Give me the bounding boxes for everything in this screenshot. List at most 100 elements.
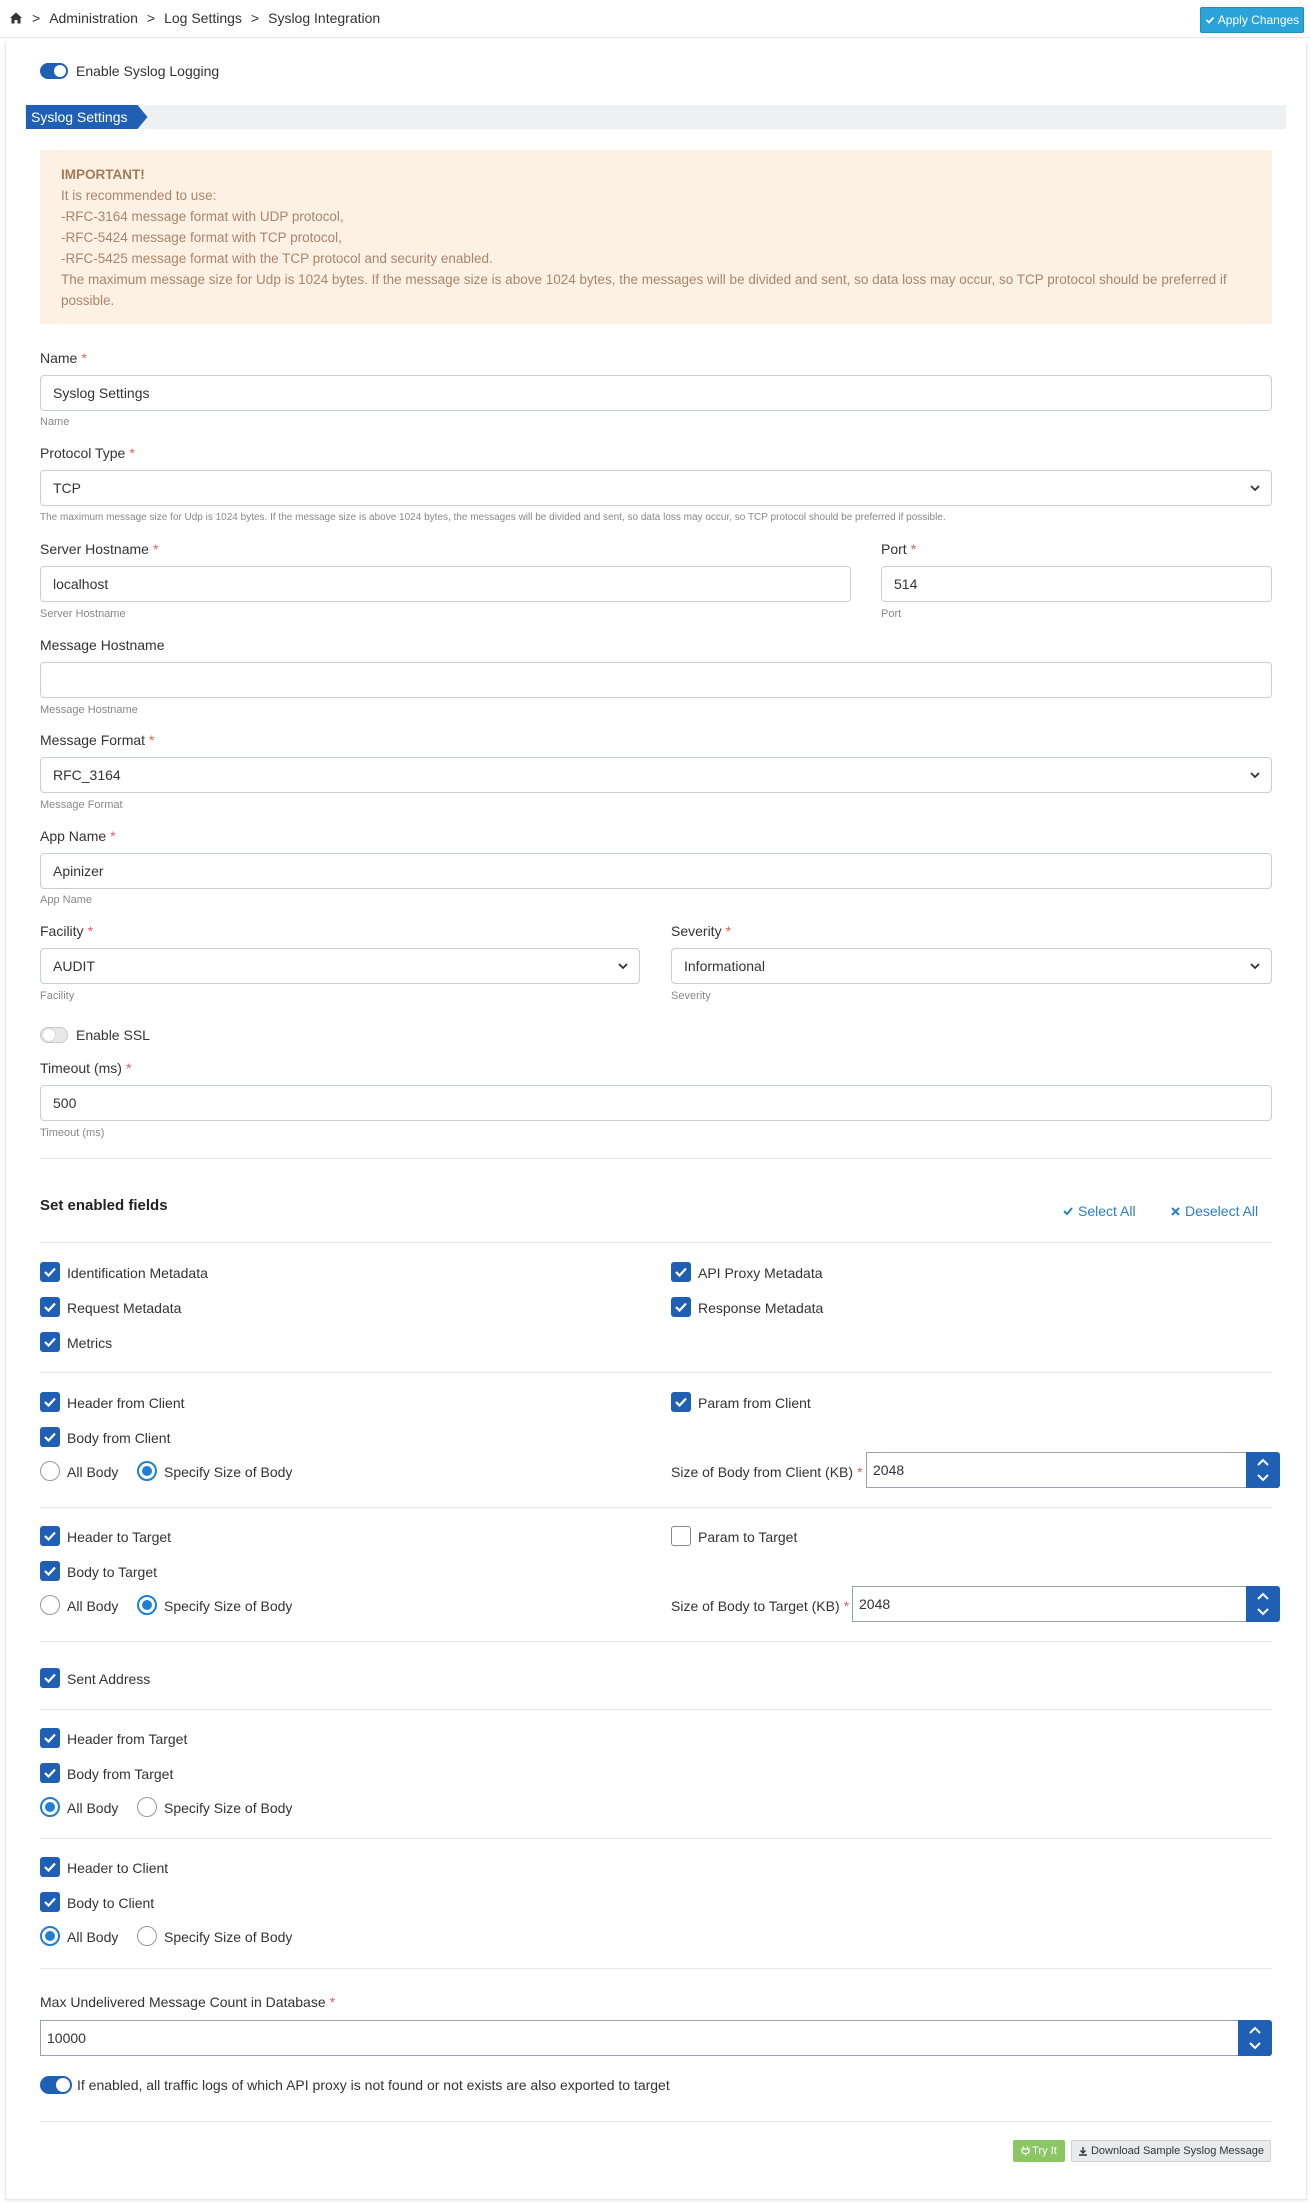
message-format-select[interactable]: RFC_3164 [40,757,1272,793]
export-not-found-toggle[interactable] [40,2076,72,2094]
specify-size-radio[interactable] [137,1797,157,1817]
header-from-client-checkbox[interactable] [40,1392,60,1412]
port-label: Port * [881,541,917,557]
message-hostname-input[interactable] [40,662,1272,698]
specify-size-radio[interactable] [137,1926,157,1946]
message-hostname-help: Message Hostname [40,704,138,716]
deselect-all-label: Deselect All [1185,1203,1259,1219]
chevron-down-icon [1250,963,1260,970]
alert-line: -RFC-3164 message format with UDP protoc… [61,209,344,224]
response-metadata-checkbox[interactable] [671,1297,691,1317]
specify-size-label: Specify Size of Body [164,1929,293,1945]
max-undelivered-stepper[interactable] [1238,2020,1272,2056]
max-undelivered-input[interactable]: 10000 [40,2020,1238,2056]
body-to-target-checkbox[interactable] [40,1561,60,1581]
facility-select[interactable]: AUDIT [40,948,640,984]
chevron-down-icon[interactable] [1256,1607,1270,1617]
breadcrumb-log-settings[interactable]: Log Settings [164,10,242,26]
header-from-target-checkbox[interactable] [40,1728,60,1748]
header-to-target-checkbox[interactable] [40,1526,60,1546]
all-body-radio[interactable] [40,1595,60,1615]
body-from-target-checkbox[interactable] [40,1763,60,1783]
severity-help: Severity [671,990,711,1002]
breadcrumb-separator: > [32,10,41,26]
body-to-client-label: Body to Client [67,1895,155,1911]
server-hostname-label: Server Hostname * [40,541,159,557]
all-body-radio[interactable] [40,1797,60,1817]
download-sample-label: Download Sample Syslog Message [1090,2145,1265,2157]
check-icon [1063,1207,1073,1216]
export-not-found-label: If enabled, all traffic logs of which AP… [77,2077,670,2093]
alert-line: -RFC-5424 message format with TCP protoc… [61,230,342,245]
api-proxy-metadata-label: API Proxy Metadata [698,1265,823,1281]
try-it-label: Try It [1032,2145,1057,2157]
header-to-client-checkbox[interactable] [40,1857,60,1877]
breadcrumb-administration[interactable]: Administration [49,10,138,26]
specify-size-radio[interactable] [137,1595,157,1615]
settings-panel [5,42,1307,2200]
chevron-up-icon[interactable] [1256,1457,1270,1467]
try-it-button[interactable]: Try It [1013,2140,1065,2162]
sent-address-label: Sent Address [67,1671,151,1687]
specify-size-radio[interactable] [137,1461,157,1481]
request-metadata-label: Request Metadata [67,1300,182,1316]
body-from-client-checkbox[interactable] [40,1427,60,1447]
metrics-label: Metrics [67,1335,113,1351]
apply-changes-button[interactable]: Apply Changes [1200,7,1304,33]
alert-line: -RFC-5425 message format with the TCP pr… [61,251,493,266]
port-input[interactable]: 514 [881,566,1272,602]
all-body-radio[interactable] [40,1926,60,1946]
metrics-checkbox[interactable] [40,1332,60,1352]
sent-address-checkbox[interactable] [40,1668,60,1688]
close-icon [1171,1206,1180,1216]
alert-line: It is recommended to use: [61,188,217,203]
home-icon[interactable] [9,11,23,25]
download-icon [1078,2147,1087,2156]
tab-syslog-settings[interactable]: Syslog Settings [26,105,148,129]
identification-metadata-checkbox[interactable] [40,1262,60,1282]
body-to-client-checkbox[interactable] [40,1892,60,1912]
important-alert: IMPORTANT! It is recommended to use: -RF… [40,150,1272,324]
divider [40,1158,1272,1159]
server-hostname-input[interactable]: localhost [40,566,851,602]
param-to-target-checkbox[interactable] [671,1526,691,1546]
download-sample-button[interactable]: Download Sample Syslog Message [1071,2140,1271,2162]
message-format-help: Message Format [40,799,123,811]
chevron-down-icon [1250,772,1260,779]
size-body-from-client-input[interactable]: 2048 [866,1452,1246,1488]
api-proxy-metadata-checkbox[interactable] [671,1262,691,1282]
app-name-input[interactable]: Apinizer [40,853,1272,889]
param-from-client-label: Param from Client [698,1395,811,1411]
protocol-select[interactable]: TCP [40,470,1272,506]
chevron-up-icon[interactable] [1256,1591,1270,1601]
port-help: Port [881,608,902,620]
header-from-client-label: Header from Client [67,1395,185,1411]
chevron-down-icon[interactable] [1248,2041,1262,2051]
divider [40,1709,1272,1710]
enable-ssl-toggle[interactable] [40,1027,68,1043]
param-from-client-checkbox[interactable] [671,1392,691,1412]
name-help: Name [40,416,70,428]
deselect-all-button[interactable]: Deselect All [1170,1203,1258,1219]
all-body-label: All Body [67,1598,119,1614]
size-body-from-client-stepper[interactable] [1246,1452,1280,1488]
severity-select[interactable]: Informational [671,948,1272,984]
select-all-button[interactable]: Select All [1062,1203,1136,1219]
name-input[interactable]: Syslog Settings [40,375,1272,411]
specify-size-label: Specify Size of Body [164,1464,293,1480]
header-to-target-label: Header to Target [67,1529,172,1545]
chevron-up-icon[interactable] [1248,2025,1262,2035]
chevron-down-icon[interactable] [1256,1473,1270,1483]
timeout-input[interactable]: 500 [40,1085,1272,1121]
body-from-client-label: Body from Client [67,1430,171,1446]
body-to-target-label: Body to Target [67,1564,158,1580]
request-metadata-checkbox[interactable] [40,1297,60,1317]
size-body-from-client-label: Size of Body from Client (KB) * [671,1464,863,1480]
enable-syslog-toggle[interactable] [40,63,68,79]
size-body-to-target-input[interactable]: 2048 [852,1586,1246,1622]
all-body-radio[interactable] [40,1461,60,1481]
breadcrumb-separator: > [146,10,156,26]
size-body-to-target-stepper[interactable] [1246,1586,1280,1622]
divider [40,2121,1272,2122]
header-from-target-label: Header from Target [67,1731,188,1747]
